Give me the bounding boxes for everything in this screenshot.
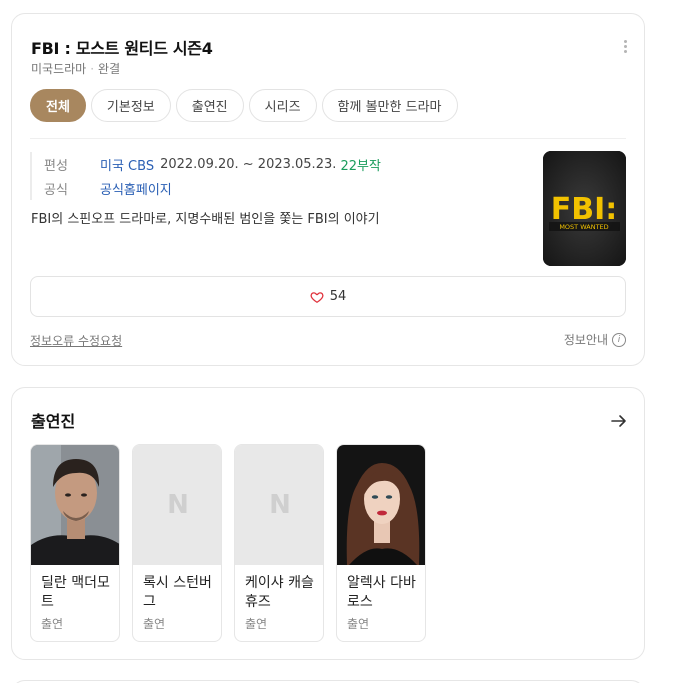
cast-photo-placeholder: N	[133, 445, 221, 565]
info-guide[interactable]: 정보안내 i	[564, 331, 626, 348]
tab-bar: 전체 기본정보 출연진 시리즈 함께 볼만한 드라마	[30, 89, 458, 122]
cast-photo	[31, 445, 119, 565]
cast-name: 록시 스턴버그	[143, 575, 212, 610]
tab-all[interactable]: 전체	[30, 89, 86, 122]
show-title: FBI : 모스트 원티드 시즌4	[31, 39, 213, 58]
cast-member-card[interactable]: N 케이샤 캐슬 휴즈 출연	[234, 444, 324, 642]
separator-dot: ·	[90, 62, 95, 76]
cast-member-card[interactable]: N 록시 스턴버그 출연	[132, 444, 222, 642]
cast-list: 딜란 맥더모트 출연 N 록시 스턴버그 출연 N 케이샤 캐슬 휴즈 출연 알…	[30, 444, 426, 642]
info-circle-icon: i	[612, 332, 626, 347]
placeholder-n-icon: N	[167, 490, 189, 520]
cast-photo-image	[337, 445, 425, 565]
broadcast-period: 2022.09.20. ~ 2023.05.23.	[160, 156, 337, 172]
meta-info: 편성 미국 CBS 2022.09.20. ~ 2023.05.23. 22부작…	[30, 152, 381, 200]
official-homepage-link[interactable]: 공식홈페이지	[100, 179, 172, 198]
network-link[interactable]: 미국 CBS	[100, 155, 154, 174]
cast-member-card[interactable]: 딜란 맥더모트 출연	[30, 444, 120, 642]
cast-role: 출연	[143, 617, 166, 631]
like-count: 54	[329, 289, 347, 304]
cast-card: 출연진 딜란 맥더모트 출연 N 록시 스턴버그 출연 N 케이샤 캐슬 휴즈 …	[11, 387, 645, 660]
cast-photo-placeholder: N	[235, 445, 323, 565]
tab-recommended[interactable]: 함께 볼만한 드라마	[321, 89, 458, 122]
broadcast-key: 편성	[44, 158, 68, 174]
show-description: FBI의 스핀오프 드라마로, 지명수배된 범인을 쫓는 FBI의 이야기	[31, 212, 380, 227]
official-key: 공식	[44, 182, 68, 198]
divider	[30, 138, 626, 139]
like-button[interactable]: 54	[30, 276, 626, 317]
report-error-link[interactable]: 정보오류 수정요청	[30, 332, 122, 349]
cast-photo	[337, 445, 425, 565]
cast-member-card[interactable]: 알렉사 다바로스 출연	[336, 444, 426, 642]
cast-section-title: 출연진	[31, 412, 76, 431]
show-poster[interactable]: FBI: MOST WANTED	[543, 151, 626, 266]
cast-photo-image	[31, 445, 119, 565]
placeholder-n-icon: N	[269, 490, 291, 520]
tab-series[interactable]: 시리즈	[248, 89, 317, 122]
episode-count: 22부작	[340, 158, 381, 174]
cast-name: 알렉사 다바로스	[347, 575, 416, 610]
genre-label: 미국드라마	[31, 62, 87, 76]
status-label: 완결	[98, 62, 121, 76]
cast-name: 딜란 맥더모트	[41, 575, 110, 610]
more-vertical-icon[interactable]	[620, 36, 630, 56]
tab-basic-info[interactable]: 기본정보	[90, 89, 171, 122]
tab-cast[interactable]: 출연진	[175, 89, 244, 122]
arrow-right-icon[interactable]	[610, 412, 628, 430]
broadcast-row: 편성 미국 CBS 2022.09.20. ~ 2023.05.23. 22부작	[44, 152, 381, 176]
show-subtitle: 미국드라마 · 완결	[31, 60, 120, 77]
cast-name: 케이샤 캐슬 휴즈	[245, 575, 314, 610]
cast-role: 출연	[41, 617, 64, 631]
official-row: 공식 공식홈페이지	[44, 176, 381, 200]
poster-sub-text: MOST WANTED	[559, 223, 608, 231]
poster-image: FBI: MOST WANTED	[543, 151, 626, 266]
cast-role: 출연	[245, 617, 268, 631]
heart-icon	[310, 291, 324, 303]
info-card: FBI : 모스트 원티드 시즌4 미국드라마 · 완결 전체 기본정보 출연진 시…	[11, 13, 645, 366]
poster-logo-text: FBI:	[551, 192, 618, 227]
info-guide-label: 정보안내	[563, 333, 608, 347]
cast-role: 출연	[347, 617, 370, 631]
